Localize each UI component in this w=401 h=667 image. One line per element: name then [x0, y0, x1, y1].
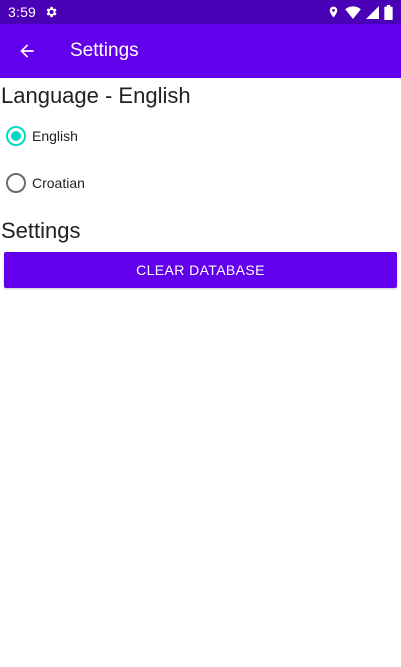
app-bar: Settings [0, 24, 401, 78]
radio-label-english: English [32, 127, 78, 144]
gear-icon [44, 5, 58, 19]
radio-label-croatian: Croatian [32, 174, 85, 191]
radio-croatian[interactable]: Croatian [0, 159, 401, 206]
settings-section-title: Settings [1, 218, 81, 243]
status-icons [327, 4, 393, 20]
location-icon [327, 5, 340, 19]
clear-database-button[interactable]: CLEAR DATABASE [4, 252, 397, 288]
settings-content: Language - English English Croatian Sett… [0, 78, 401, 288]
status-bar: 3:59 [0, 0, 401, 24]
page-title: Settings [70, 40, 139, 61]
arrow-back-icon[interactable] [0, 24, 54, 78]
wifi-icon [345, 5, 361, 19]
battery-icon [384, 4, 393, 20]
language-section-title: Language - English [1, 83, 191, 108]
radio-english[interactable]: English [0, 112, 401, 159]
status-time: 3:59 [8, 4, 37, 20]
signal-icon [366, 5, 379, 19]
radio-checked-icon [6, 125, 26, 146]
radio-unchecked-icon [6, 172, 26, 193]
